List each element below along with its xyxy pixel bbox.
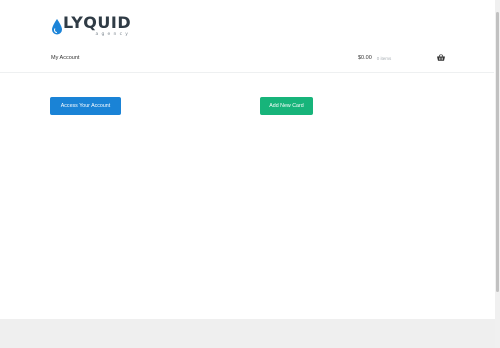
logo-wordmark: LYQUID: [63, 13, 132, 32]
footer: [0, 319, 495, 348]
water-drop-icon: [52, 19, 62, 35]
add-new-card-button[interactable]: Add New Card: [260, 97, 313, 115]
logo-text: LYQUID agency: [63, 13, 132, 38]
logo-tagline: agency: [95, 32, 132, 37]
nav-my-account[interactable]: My Account: [51, 55, 79, 61]
cart-item-count: 0 items: [376, 55, 392, 61]
cart-amount: $0.00: [358, 55, 372, 61]
cart-summary[interactable]: $0.00 0 items: [358, 55, 391, 61]
header-divider: [0, 72, 494, 73]
scrollbar-thumb[interactable]: [496, 12, 499, 292]
site-logo[interactable]: LYQUID agency: [52, 14, 131, 38]
access-account-button[interactable]: Access Your Account: [50, 97, 121, 115]
basket-icon[interactable]: [437, 54, 445, 61]
scrollbar-track[interactable]: [495, 0, 500, 348]
